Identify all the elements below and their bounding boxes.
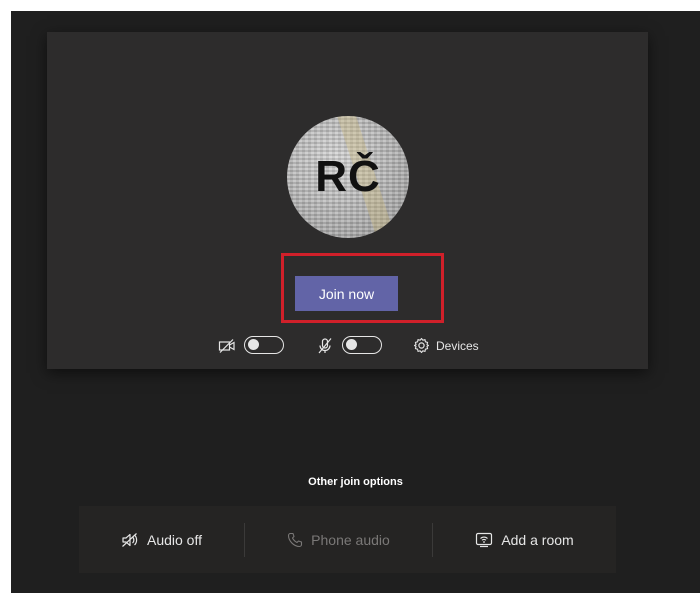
- camera-toggle[interactable]: [244, 336, 284, 354]
- audio-off-label: Audio off: [146, 531, 202, 548]
- avatar: RČ: [287, 116, 409, 238]
- join-now-button[interactable]: Join now: [295, 276, 398, 311]
- speaker-off-icon: [122, 532, 138, 547]
- mic-toggle[interactable]: [342, 336, 382, 354]
- phone-icon: [288, 532, 303, 547]
- meeting-prejoin-screen: RČ Join now Devices Other join options A…: [11, 11, 700, 593]
- mic-toggle-knob: [346, 339, 357, 350]
- gear-icon[interactable]: [413, 337, 430, 354]
- devices-button[interactable]: Devices: [436, 339, 479, 353]
- other-join-options-title: Other join options: [308, 476, 403, 488]
- video-preview-card: RČ Join now Devices: [47, 32, 648, 369]
- camera-toggle-knob: [248, 339, 259, 350]
- camera-off-icon[interactable]: [218, 338, 236, 354]
- avatar-initials: RČ: [315, 152, 381, 201]
- phone-audio-option[interactable]: Phone audio: [245, 506, 432, 573]
- phone-audio-label: Phone audio: [311, 531, 390, 548]
- mic-off-icon[interactable]: [317, 337, 333, 355]
- cast-room-icon: [476, 532, 493, 547]
- add-a-room-option[interactable]: Add a room: [433, 506, 616, 573]
- other-join-options-bar: Audio off Phone audio Add a room: [79, 506, 616, 573]
- audio-off-option[interactable]: Audio off: [79, 506, 244, 573]
- add-a-room-label: Add a room: [501, 531, 574, 548]
